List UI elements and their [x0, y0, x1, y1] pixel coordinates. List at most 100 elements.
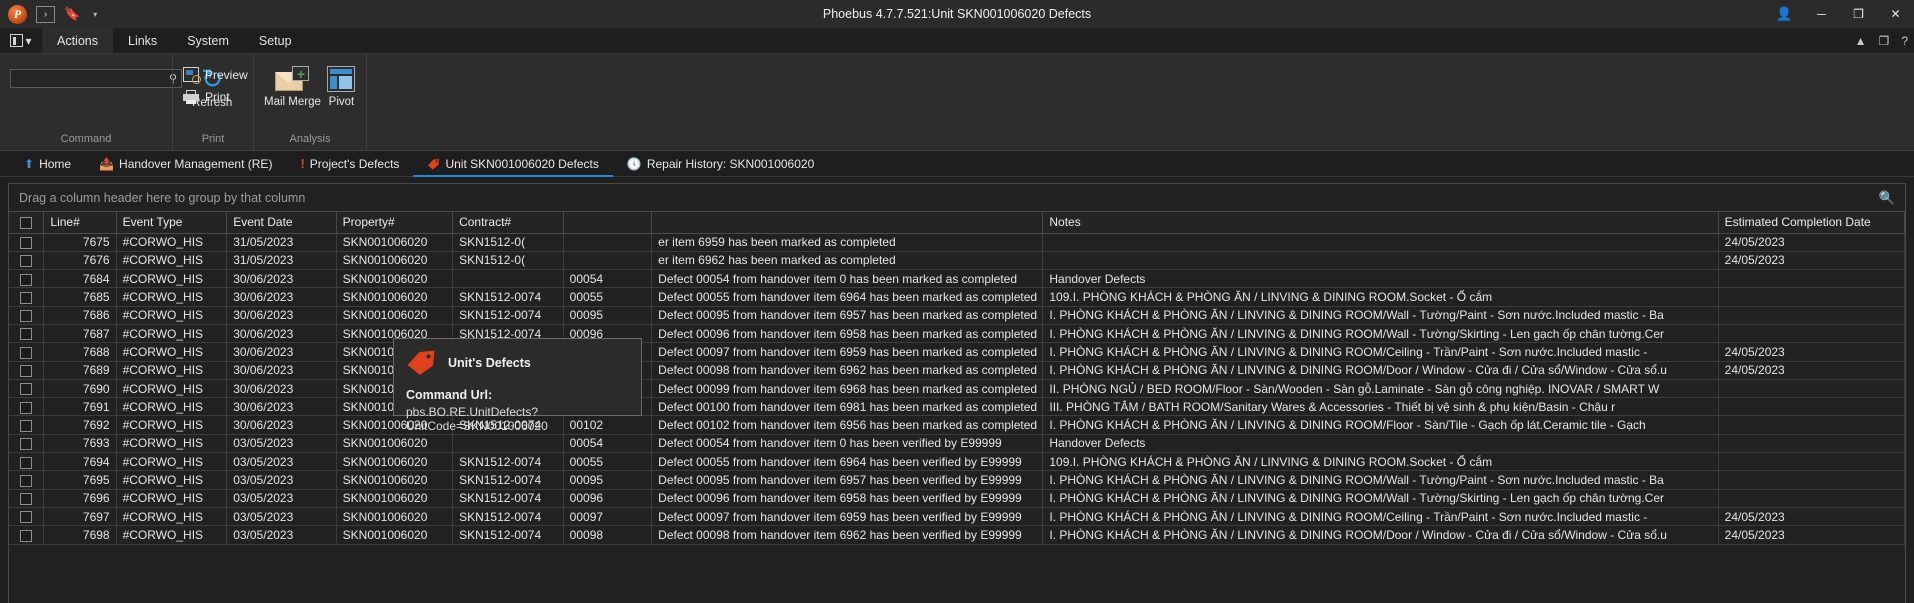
row-checkbox-cell[interactable]: [9, 415, 45, 435]
table-row[interactable]: 7689#CORWO_HIS30/06/2023SKN001006020SKN1…: [9, 361, 1906, 380]
table-row[interactable]: 7691#CORWO_HIS30/06/2023SKN001006020SKN1…: [9, 397, 1906, 417]
file-menu-button[interactable]: ▾: [0, 28, 42, 53]
print-button[interactable]: Print: [183, 90, 248, 104]
table-row[interactable]: 7685 #CORWO_HIS 30/06/2023 SKN001006020 SKN1…: [9, 287, 1906, 307]
row-checkbox-cell[interactable]: [9, 287, 45, 307]
column-header-notes[interactable]: Notes: [1042, 212, 1719, 234]
table-row[interactable]: 7697 #CORWO_HIS 03/05/2023 SKN001006020 SKN1…: [9, 507, 1906, 527]
close-button[interactable]: ✕: [1877, 0, 1914, 28]
row-checkbox[interactable]: [20, 328, 33, 341]
table-row[interactable]: 7693 #CORWO_HIS 03/05/2023 SKN001006020 0005…: [9, 434, 1906, 454]
help-icon[interactable]: ?: [1901, 34, 1908, 48]
row-checkbox-cell[interactable]: [9, 324, 45, 344]
table-row[interactable]: 7687 #CORWO_HIS 30/06/2023 SKN001006020 SKN1…: [9, 324, 1906, 344]
cell-contract: [452, 269, 564, 289]
column-header-description[interactable]: [651, 212, 1044, 234]
minimize-button[interactable]: ─: [1803, 0, 1840, 28]
table-row[interactable]: 7675 #CORWO_HIS 31/05/2023 SKN001006020 SKN1…: [9, 233, 1906, 252]
column-header-event-type[interactable]: Event Type: [116, 212, 228, 234]
tab-setup[interactable]: Setup: [244, 28, 307, 53]
tab-handover-management[interactable]: 📤 Handover Management (RE): [85, 151, 286, 176]
row-checkbox-cell[interactable]: [9, 507, 45, 527]
search-input-wrapper[interactable]: ⚲: [10, 69, 183, 88]
row-checkbox-cell[interactable]: [9, 233, 45, 252]
row-checkbox-cell[interactable]: [9, 306, 45, 325]
row-checkbox-cell[interactable]: [9, 379, 45, 399]
table-row[interactable]: 7694 #CORWO_HIS 03/05/2023 SKN001006020 SKN1…: [9, 452, 1906, 472]
row-checkbox-cell[interactable]: [9, 342, 45, 362]
row-checkbox[interactable]: [20, 511, 33, 524]
column-header-select-all[interactable]: [9, 212, 45, 234]
row-checkbox[interactable]: [20, 365, 33, 378]
tab-actions[interactable]: Actions: [42, 28, 113, 53]
cell-defect: 00054: [563, 269, 653, 289]
pivot-button[interactable]: Pivot: [327, 64, 356, 108]
user-account-icon[interactable]: 👤: [1766, 0, 1803, 28]
table-row[interactable]: 7690#CORWO_HIS30/06/2023SKN001006020SKN1…: [9, 379, 1906, 399]
row-checkbox-cell[interactable]: [9, 525, 45, 545]
row-checkbox[interactable]: [20, 310, 33, 323]
table-row[interactable]: 7692 #CORWO_HIS 30/06/2023 SKN001006020 SKN1…: [9, 415, 1906, 435]
column-header-contract[interactable]: Contract#: [452, 212, 564, 234]
row-checkbox[interactable]: [20, 419, 33, 432]
table-row[interactable]: 7676 #CORWO_HIS 31/05/2023 SKN001006020 SKN1…: [9, 251, 1906, 271]
row-checkbox[interactable]: [20, 255, 33, 268]
column-header-defect[interactable]: [563, 212, 653, 234]
grid-search-icon[interactable]: 🔍: [1879, 190, 1895, 206]
row-checkbox[interactable]: [20, 291, 33, 304]
cell-notes: 109.I. PHÒNG KHÁCH & PHÒNG ĂN / LINVING …: [1042, 287, 1719, 307]
row-checkbox-cell[interactable]: [9, 361, 45, 380]
row-checkbox[interactable]: [20, 456, 33, 469]
cell-event-type: #CORWO_HIS: [116, 379, 228, 399]
group-panel[interactable]: Drag a column header here to group by th…: [9, 184, 1905, 212]
tab-repair-history[interactable]: 🕔 Repair History: SKN001006020: [613, 151, 828, 176]
sidebar-item-home[interactable]: ⬆ Home: [10, 151, 85, 176]
column-header-estimated-completion-date[interactable]: Estimated Completion Date: [1718, 212, 1906, 234]
tab-unit-defects[interactable]: Unit SKN001006020 Defects: [413, 151, 614, 177]
table-row[interactable]: 7698 #CORWO_HIS 03/05/2023 SKN001006020 SKN1…: [9, 525, 1906, 545]
exclamation-icon: !: [300, 156, 305, 171]
row-checkbox[interactable]: [20, 383, 33, 396]
column-header-line[interactable]: Line#: [43, 212, 117, 234]
row-checkbox-cell[interactable]: [9, 434, 45, 454]
table-row[interactable]: 7686 #CORWO_HIS 30/06/2023 SKN001006020 SKN1…: [9, 306, 1906, 325]
table-row[interactable]: 7688#CORWO_HIS30/06/2023SKN001006020SKN1…: [9, 342, 1906, 362]
tag-icon: [427, 158, 440, 170]
tab-system[interactable]: System: [172, 28, 244, 53]
cell-estimated-completion-date: [1718, 415, 1906, 435]
row-checkbox[interactable]: [20, 474, 33, 487]
maximize-button[interactable]: ❐: [1840, 0, 1877, 28]
tab-links[interactable]: Links: [113, 28, 172, 53]
search-input[interactable]: [15, 72, 169, 85]
console-icon[interactable]: ›: [36, 5, 55, 23]
row-checkbox-cell[interactable]: [9, 269, 45, 289]
row-checkbox[interactable]: [20, 273, 33, 286]
collapse-ribbon-icon[interactable]: ▲: [1855, 34, 1867, 48]
qat-chevron-down-icon[interactable]: ▾: [93, 10, 97, 19]
row-checkbox-cell[interactable]: [9, 489, 45, 508]
row-checkbox-cell[interactable]: [9, 470, 45, 490]
bookmark-icon[interactable]: 🔖: [64, 6, 80, 22]
row-checkbox[interactable]: [20, 529, 33, 542]
window-restore-icon[interactable]: ❐: [1879, 34, 1890, 48]
row-checkbox-cell[interactable]: [9, 251, 45, 271]
table-row[interactable]: 7684 #CORWO_HIS 30/06/2023 SKN001006020 0005…: [9, 269, 1906, 289]
row-checkbox[interactable]: [20, 236, 33, 249]
column-header-event-date[interactable]: Event Date: [226, 212, 337, 234]
row-checkbox[interactable]: [20, 401, 33, 414]
row-checkbox[interactable]: [20, 493, 33, 506]
table-row[interactable]: 7695 #CORWO_HIS 03/05/2023 SKN001006020 SKN1…: [9, 470, 1906, 490]
cell-contract: SKN1512-0074: [452, 507, 564, 527]
select-all-checkbox[interactable]: [20, 217, 33, 230]
row-checkbox[interactable]: [20, 438, 33, 451]
mail-merge-button[interactable]: + Mail Merge: [264, 64, 321, 108]
tab-projects-defects[interactable]: ! Project's Defects: [286, 151, 413, 176]
cell-notes: I. PHÒNG KHÁCH & PHÒNG ĂN / LINVING & DI…: [1042, 324, 1719, 344]
row-checkbox-cell[interactable]: [9, 452, 45, 472]
row-checkbox[interactable]: [20, 346, 33, 359]
row-checkbox-cell[interactable]: [9, 397, 45, 417]
table-row[interactable]: 7696 #CORWO_HIS 03/05/2023 SKN001006020 SKN1…: [9, 489, 1906, 508]
preview-icon: [183, 67, 201, 84]
column-header-property[interactable]: Property#: [336, 212, 454, 234]
preview-button[interactable]: Preview: [183, 67, 248, 84]
